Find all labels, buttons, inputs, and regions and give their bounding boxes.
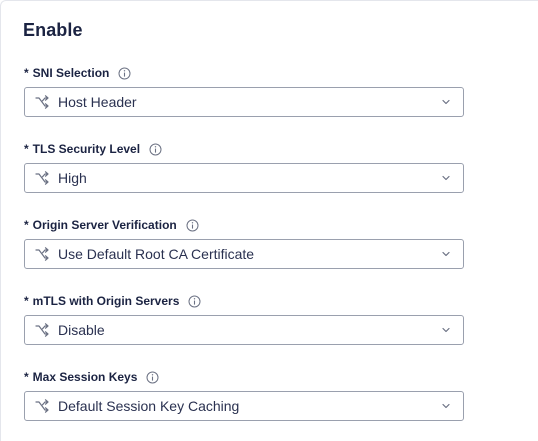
origin-server-verification-field: * Origin Server Verification Use Default… [24,217,464,269]
info-icon[interactable] [118,67,131,80]
tls-security-level-select[interactable]: High [24,163,464,193]
tls-security-level-value: High [58,170,87,186]
sni-selection-label: SNI Selection [32,66,110,80]
tls-security-level-field: * TLS Security Level High [24,141,464,193]
origin-server-verification-value: Use Default Root CA Certificate [58,246,255,262]
required-marker: * [24,66,29,80]
chevron-down-icon [441,97,451,107]
sni-selection-value: Host Header [58,94,137,110]
tls-security-level-label: TLS Security Level [32,142,141,156]
info-icon[interactable] [149,143,162,156]
field-label-row: * Max Session Keys [24,369,464,385]
chevron-down-icon [441,249,451,259]
sni-selection-select[interactable]: Host Header [24,87,464,117]
info-icon[interactable] [186,219,199,232]
required-marker: * [24,218,29,232]
shuffle-icon [34,94,50,110]
chevron-down-icon [441,325,451,335]
max-session-keys-label: Max Session Keys [32,370,138,384]
shuffle-icon [34,398,50,414]
chevron-down-icon [441,401,451,411]
mtls-origin-servers-field: * mTLS with Origin Servers Disable [24,293,464,345]
chevron-down-icon [441,173,451,183]
required-marker: * [24,142,29,156]
origin-server-verification-select[interactable]: Use Default Root CA Certificate [24,239,464,269]
required-marker: * [24,370,29,384]
shuffle-icon [34,246,50,262]
section-title: Enable [23,20,83,40]
shuffle-icon [34,170,50,186]
field-label-row: * Origin Server Verification [24,217,464,233]
field-label-row: * TLS Security Level [24,141,464,157]
max-session-keys-field: * Max Session Keys Default Session Key C… [24,369,464,421]
shuffle-icon [34,322,50,338]
info-icon[interactable] [146,371,159,384]
info-icon[interactable] [188,295,201,308]
mtls-origin-servers-label: mTLS with Origin Servers [32,294,180,308]
mtls-origin-servers-value: Disable [58,322,105,338]
tls-settings-panel: Enable * SNI Selection Host Header * TLS… [0,0,538,441]
origin-server-verification-label: Origin Server Verification [32,218,177,232]
required-marker: * [24,294,29,308]
mtls-origin-servers-select[interactable]: Disable [24,315,464,345]
sni-selection-field: * SNI Selection Host Header [24,65,464,117]
field-label-row: * mTLS with Origin Servers [24,293,464,309]
max-session-keys-value: Default Session Key Caching [58,398,240,414]
max-session-keys-select[interactable]: Default Session Key Caching [24,391,464,421]
field-label-row: * SNI Selection [24,65,464,81]
